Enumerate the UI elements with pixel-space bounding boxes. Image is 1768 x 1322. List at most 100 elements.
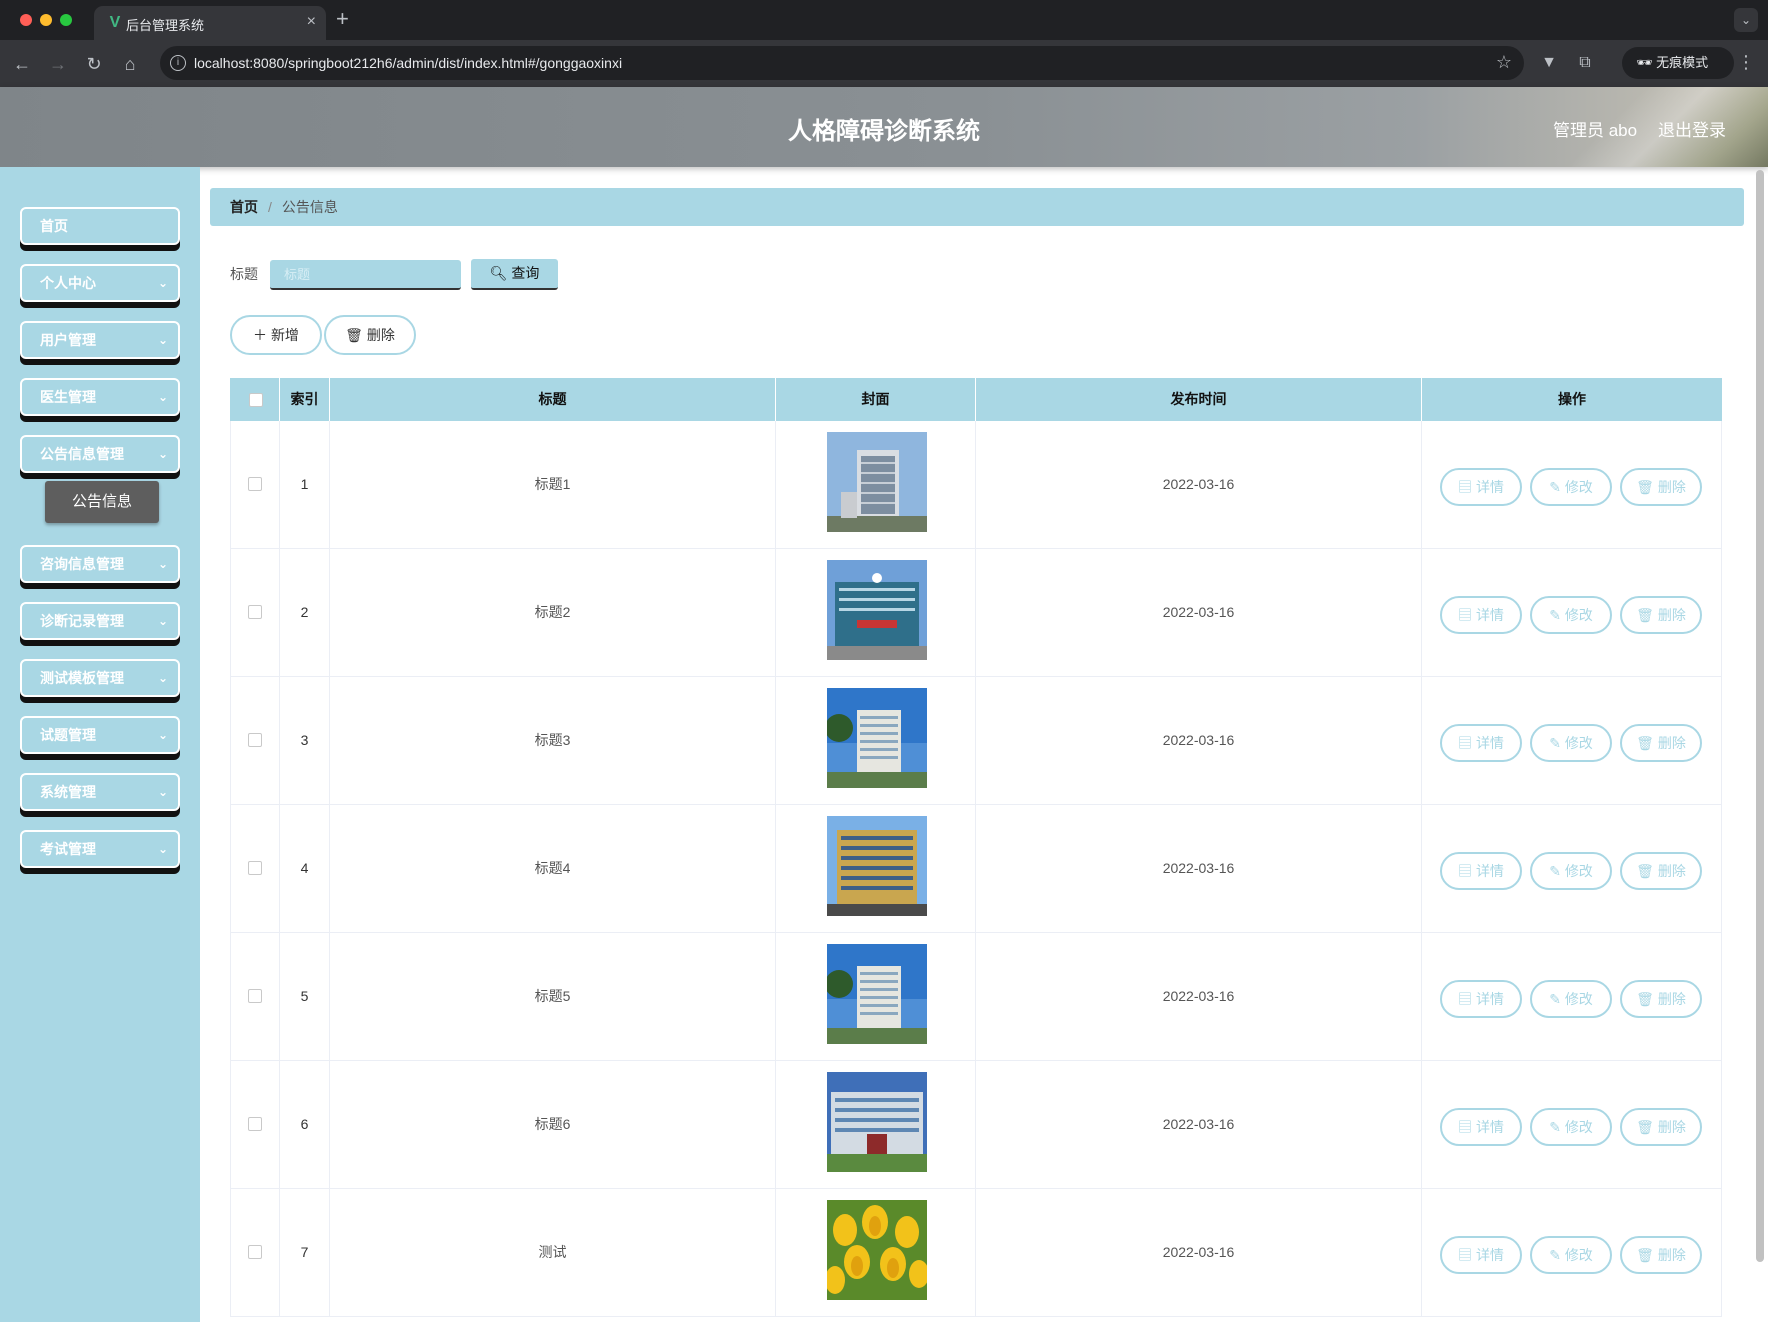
- site-info-icon[interactable]: i: [170, 55, 186, 71]
- sidebar-item-questions[interactable]: 试题管理 ⌄: [20, 716, 180, 754]
- row-delete-button-label: 删除: [1657, 607, 1686, 623]
- row-delete-button[interactable]: 🗑︎ 删除: [1620, 1108, 1702, 1146]
- edit-button[interactable]: ✎ 修改: [1530, 980, 1612, 1018]
- edit-button-label: 修改: [1564, 1247, 1593, 1263]
- vue-devtools-icon[interactable]: ▼: [1538, 52, 1560, 74]
- trash-icon: 🗑︎: [1636, 991, 1658, 1007]
- detail-button[interactable]: ▤ 详情: [1440, 852, 1522, 890]
- row-actions: ▤ 详情 ✎ 修改 🗑︎ 删除: [1422, 549, 1722, 676]
- detail-button[interactable]: ▤ 详情: [1440, 1108, 1522, 1146]
- table-header: 索引 标题 封面 发布时间 操作: [230, 378, 1722, 421]
- sidebar-item-doctors[interactable]: 医生管理 ⌄: [20, 378, 180, 416]
- detail-button-label: 详情: [1475, 1119, 1504, 1135]
- edit-button[interactable]: ✎ 修改: [1530, 1236, 1612, 1274]
- add-button[interactable]: ＋ 新增: [230, 315, 322, 355]
- incognito-badge[interactable]: 🕶 无痕模式: [1622, 47, 1734, 79]
- edit-icon: ✎: [1549, 607, 1565, 623]
- chevron-down-icon: ⌄: [157, 276, 168, 290]
- row-delete-button-label: 删除: [1657, 1247, 1686, 1263]
- detail-button[interactable]: ▤ 详情: [1440, 1236, 1522, 1274]
- sidebar-item-system[interactable]: 系统管理 ⌄: [20, 773, 180, 811]
- detail-button[interactable]: ▤ 详情: [1440, 724, 1522, 762]
- browser-toolbar: ← → ↻ ⌂ i localhost:8080/springboot212h6…: [0, 40, 1768, 87]
- detail-button[interactable]: ▤ 详情: [1440, 596, 1522, 634]
- home-icon[interactable]: ⌂: [118, 52, 142, 76]
- row-select-cell: [230, 421, 280, 548]
- sidebar-item-label: 试题管理: [40, 727, 96, 743]
- browser-menu-icon[interactable]: ⋮: [1736, 52, 1756, 73]
- row-delete-button[interactable]: 🗑︎ 删除: [1620, 852, 1702, 890]
- edit-button[interactable]: ✎ 修改: [1530, 1108, 1612, 1146]
- incognito-label: 无痕模式: [1656, 55, 1709, 70]
- select-all-checkbox[interactable]: [249, 393, 263, 407]
- address-url[interactable]: localhost:8080/springboot212h6/admin/dis…: [194, 55, 622, 71]
- logout-link[interactable]: 退出登录: [1658, 116, 1726, 141]
- row-checkbox[interactable]: [248, 477, 262, 491]
- table-row: 2 标题2 2022-03-16 ▤ 详情 ✎ 修改 🗑︎ 删除: [230, 549, 1722, 677]
- sidebar-subitem-announcement-info[interactable]: 公告信息: [45, 481, 159, 523]
- row-title: 标题4: [330, 805, 776, 932]
- row-delete-button[interactable]: 🗑︎ 删除: [1620, 468, 1702, 506]
- sidebar-item-exams[interactable]: 考试管理 ⌄: [20, 830, 180, 868]
- forward-icon[interactable]: →: [46, 52, 70, 76]
- chevron-down-icon: ⌄: [157, 390, 168, 404]
- edit-button[interactable]: ✎ 修改: [1530, 852, 1612, 890]
- sidebar-item-diagnosis-records[interactable]: 诊断记录管理 ⌄: [20, 602, 180, 640]
- row-publish-time: 2022-03-16: [976, 805, 1422, 932]
- row-publish-time: 2022-03-16: [976, 421, 1422, 548]
- tab-close-icon[interactable]: ×: [307, 13, 316, 31]
- sidebar-item-test-templates[interactable]: 测试模板管理 ⌄: [20, 659, 180, 697]
- extensions-icon[interactable]: ⧉: [1574, 52, 1596, 74]
- detail-button-label: 详情: [1475, 479, 1504, 495]
- search-button[interactable]: 🔍︎ 查询: [471, 259, 558, 290]
- chevron-down-icon: ⌄: [157, 842, 168, 856]
- detail-button[interactable]: ▤ 详情: [1440, 980, 1522, 1018]
- new-tab-icon[interactable]: +: [336, 7, 349, 31]
- window-maximize-button[interactable]: [60, 14, 72, 26]
- row-delete-button[interactable]: 🗑︎ 删除: [1620, 596, 1702, 634]
- row-checkbox[interactable]: [248, 861, 262, 875]
- row-checkbox[interactable]: [248, 1117, 262, 1131]
- row-delete-button[interactable]: 🗑︎ 删除: [1620, 980, 1702, 1018]
- sidebar-item-consultations[interactable]: 咨询信息管理 ⌄: [20, 545, 180, 583]
- row-checkbox[interactable]: [248, 733, 262, 747]
- edit-button-label: 修改: [1564, 863, 1593, 879]
- sidebar-item-announcements[interactable]: 公告信息管理 ⌄: [20, 435, 180, 473]
- window-close-button[interactable]: [20, 14, 32, 26]
- sidebar-item-label: 测试模板管理: [40, 670, 124, 686]
- edit-button[interactable]: ✎ 修改: [1530, 596, 1612, 634]
- browser-tab[interactable]: V 后台管理系统 ×: [94, 6, 326, 40]
- edit-button[interactable]: ✎ 修改: [1530, 724, 1612, 762]
- sidebar-item-users[interactable]: 用户管理 ⌄: [20, 321, 180, 359]
- column-header-cover: 封面: [776, 378, 976, 421]
- detail-button[interactable]: ▤ 详情: [1440, 468, 1522, 506]
- row-checkbox[interactable]: [248, 1245, 262, 1259]
- sidebar-item-profile[interactable]: 个人中心 ⌄: [20, 264, 180, 302]
- row-index: 2: [280, 549, 330, 676]
- address-bar[interactable]: i localhost:8080/springboot212h6/admin/d…: [160, 46, 1524, 80]
- row-delete-button[interactable]: 🗑︎ 删除: [1620, 724, 1702, 762]
- search-title-input[interactable]: [270, 260, 461, 290]
- document-icon: ▤: [1458, 1119, 1476, 1135]
- edit-button[interactable]: ✎ 修改: [1530, 468, 1612, 506]
- page-scrollbar[interactable]: [1756, 170, 1764, 1262]
- sidebar-item-home[interactable]: 首页: [20, 207, 180, 245]
- row-checkbox[interactable]: [248, 605, 262, 619]
- back-icon[interactable]: ←: [10, 52, 34, 76]
- window-minimize-button[interactable]: [40, 14, 52, 26]
- app-title: 人格障碍诊断系统: [788, 118, 980, 145]
- breadcrumb-home[interactable]: 首页: [230, 199, 258, 215]
- browser-tab-bar: V 后台管理系统 × + ⌄: [0, 0, 1768, 40]
- batch-delete-button[interactable]: 🗑︎ 删除: [324, 315, 416, 355]
- cover-image: [827, 1072, 927, 1172]
- chevron-down-icon: ⌄: [157, 728, 168, 742]
- reload-icon[interactable]: ↻: [82, 52, 106, 76]
- row-checkbox[interactable]: [248, 989, 262, 1003]
- row-cover-cell: [776, 677, 976, 804]
- bookmark-star-icon[interactable]: ☆: [1496, 52, 1512, 73]
- tab-title: 后台管理系统: [126, 18, 205, 33]
- row-delete-button[interactable]: 🗑︎ 删除: [1620, 1236, 1702, 1274]
- tab-search-icon[interactable]: ⌄: [1734, 8, 1758, 32]
- detail-button-label: 详情: [1475, 735, 1504, 751]
- row-publish-time: 2022-03-16: [976, 1061, 1422, 1188]
